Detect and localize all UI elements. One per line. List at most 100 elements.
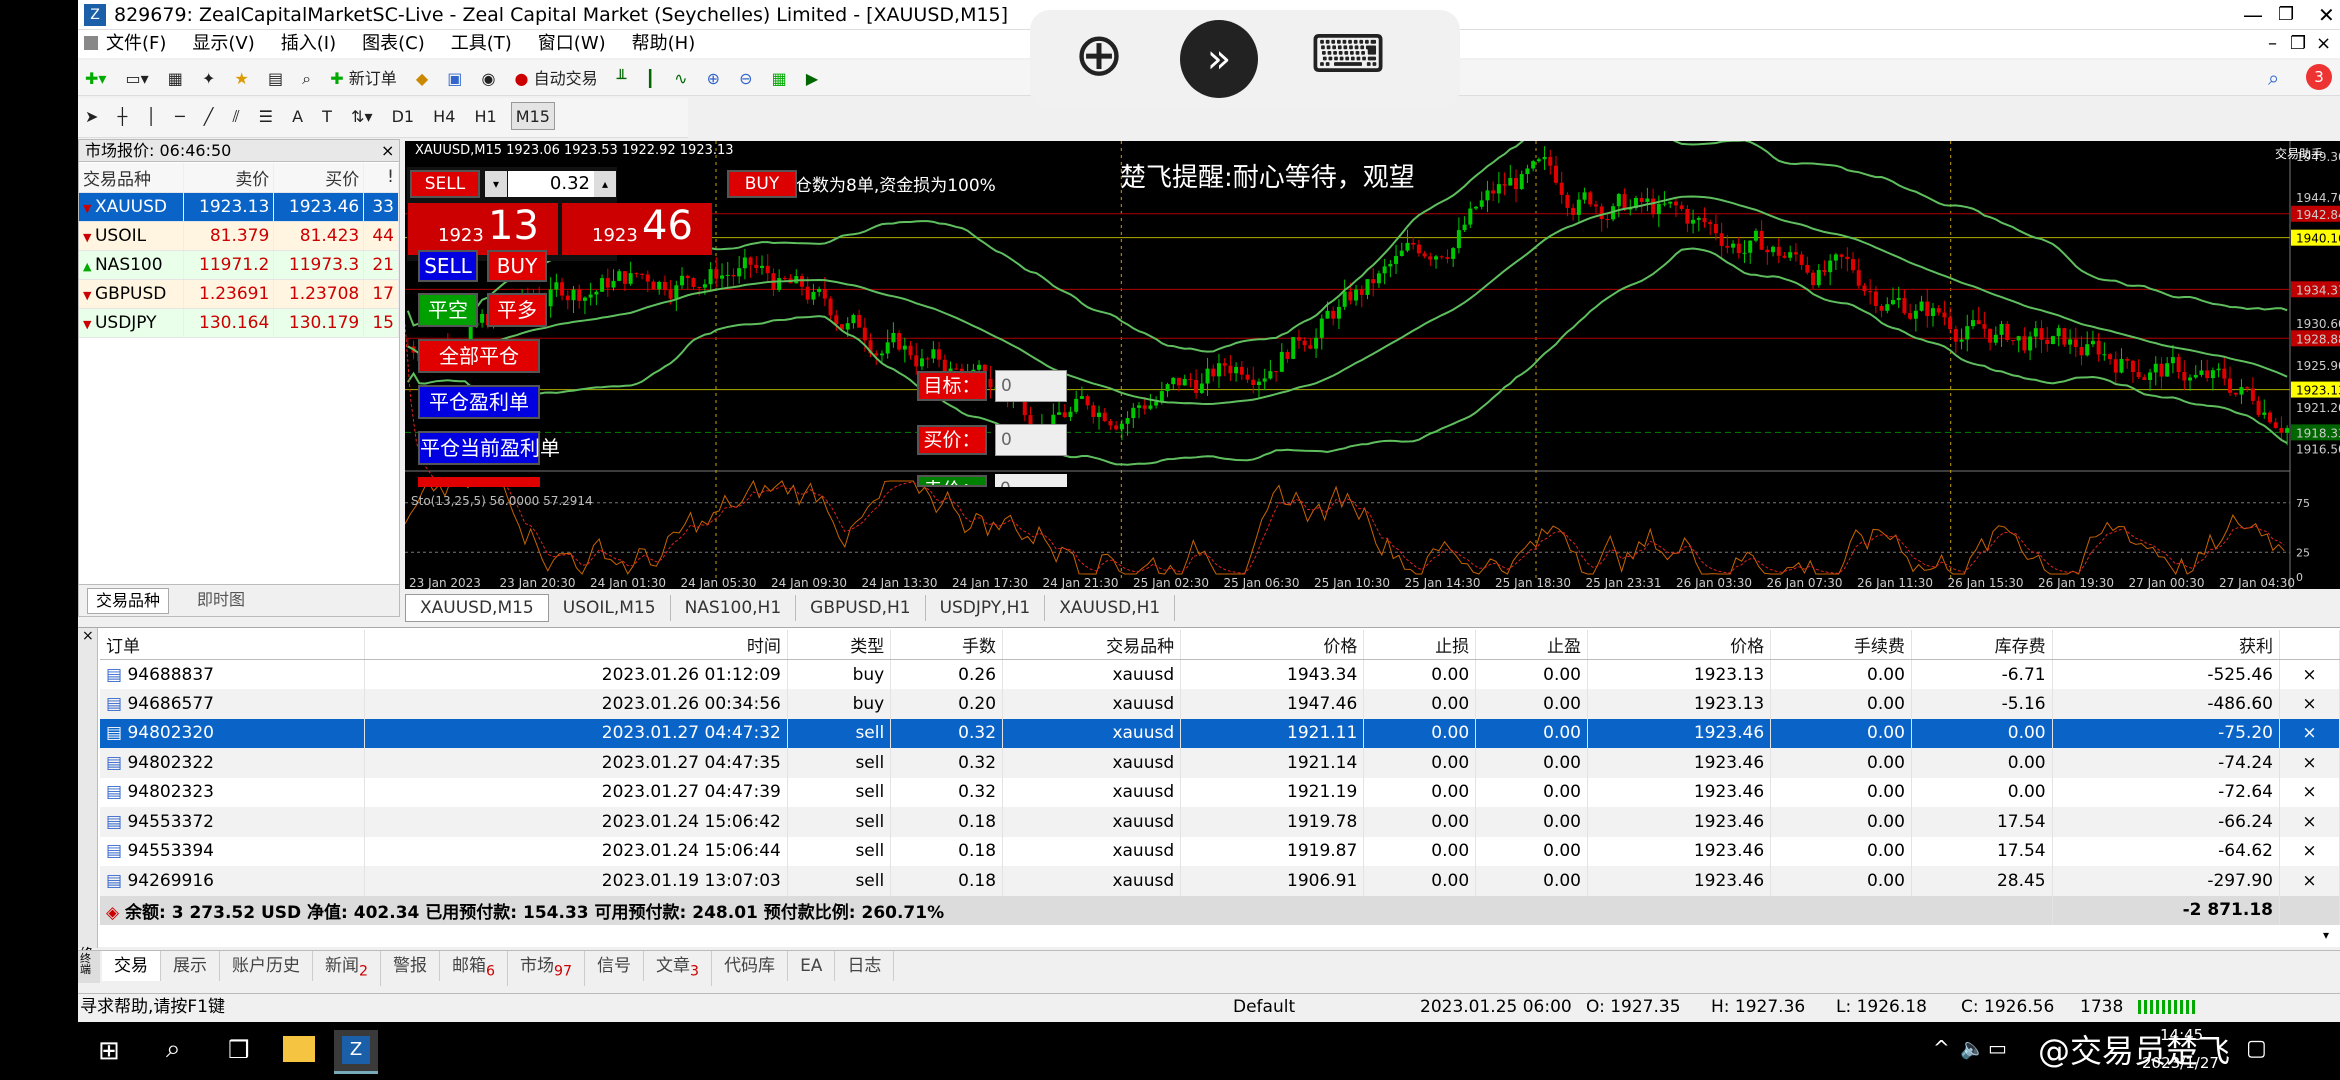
remote-connect-icon[interactable]: » (1180, 20, 1258, 98)
start-icon[interactable]: ⊞ (98, 1036, 120, 1066)
close-order-icon[interactable]: × (2279, 659, 2340, 689)
text-icon[interactable]: A (287, 102, 308, 130)
search-icon[interactable]: ⌕ (2268, 66, 2279, 90)
lot-down-icon[interactable]: ▾ (485, 171, 507, 197)
terminal-tab-7[interactable]: 信号 (585, 951, 645, 981)
chart-tab-2[interactable]: NAS100,H1 (671, 595, 797, 621)
line-chart-icon[interactable]: ∿ (669, 64, 692, 92)
fibonacci-icon[interactable]: ☰ (254, 102, 278, 130)
zoom-in-icon[interactable]: ⊕ (702, 64, 725, 92)
terminal-tab-0[interactable]: 交易 (102, 951, 161, 981)
terminal-header-4[interactable]: 交易品种 (1002, 630, 1182, 660)
scroll-down-icon[interactable]: ▾ (2323, 928, 2329, 942)
oneclick-sell-button[interactable]: SELL (410, 170, 480, 198)
terminal-tab-9[interactable]: 代码库 (712, 951, 789, 981)
navigator-icon[interactable]: ✦ (197, 64, 220, 92)
price-chart[interactable]: 1949.301944.701942.841940.161934.371930.… (405, 141, 2340, 589)
close-order-icon[interactable]: × (2279, 836, 2340, 866)
chart-tab-0[interactable]: XAUUSD,M15 (405, 594, 549, 622)
zoom-in-overlay-icon[interactable]: ⊕ (1060, 20, 1138, 98)
close-profit-button[interactable]: 平仓盈利单 (418, 385, 540, 419)
close-icon[interactable]: ✕ (2318, 0, 2335, 30)
file-explorer-icon[interactable] (283, 1036, 315, 1062)
favorites-icon[interactable]: ★ (230, 64, 254, 92)
terminal-close-icon[interactable]: × (82, 628, 94, 644)
menu-item-1[interactable]: 显示(V) (192, 33, 254, 54)
tester-icon[interactable]: ⌕ (297, 64, 316, 92)
taskbar-search-icon[interactable]: ⌕ (166, 1034, 181, 1065)
terminal-icon[interactable]: ▤ (263, 64, 288, 92)
tf-h4[interactable]: H4 (428, 102, 460, 130)
trade-row[interactable]: ▤ 94553394 2023.01.24 15:06:44 sell 0.18 xau… (100, 836, 2340, 866)
vertical-line-icon[interactable]: │ (141, 102, 161, 130)
terminal-tab-4[interactable]: 警报 (381, 951, 441, 981)
autoscroll-icon[interactable]: ▶ (801, 64, 823, 92)
crosshair-icon[interactable]: ┼ (113, 102, 133, 130)
panel-close-icon[interactable]: × (381, 140, 394, 162)
close-order-icon[interactable]: × (2279, 777, 2340, 807)
terminal-header-8[interactable]: 价格 (1587, 630, 1772, 660)
buy-price-box[interactable]: 1923 46 (562, 203, 712, 255)
candle-chart-icon[interactable]: ┃ (640, 64, 660, 92)
close-order-icon[interactable]: × (2279, 748, 2340, 778)
close-current-profit-button[interactable]: 平仓当前盈利单 (418, 431, 560, 465)
terminal-header-9[interactable]: 手续费 (1770, 630, 1912, 660)
trade-row[interactable]: ▤ 94269916 2023.01.19 13:07:03 sell 0.18 xau… (100, 866, 2340, 896)
profiles-icon[interactable]: ▭▾ (121, 64, 154, 92)
terminal-header-11[interactable]: 获利 (2052, 630, 2280, 660)
close-order-icon[interactable]: × (2279, 807, 2340, 837)
tile-icon[interactable]: ▦ (767, 64, 792, 92)
close-order-icon[interactable]: × (2279, 866, 2340, 896)
menu-item-5[interactable]: 窗口(W) (538, 33, 606, 54)
menu-item-0[interactable]: 文件(F) (106, 33, 166, 54)
trade-row[interactable]: ▤ 94553372 2023.01.24 15:06:42 sell 0.18 xau… (100, 807, 2340, 837)
terminal-tab-1[interactable]: 展示 (161, 951, 220, 981)
auto-trade-button[interactable]: ● 自动交易 (510, 64, 603, 92)
terminal-tab-3[interactable]: 新闻2 (313, 951, 382, 987)
terminal-header-10[interactable]: 库存费 (1911, 630, 2053, 660)
tab-tick-chart[interactable]: 即时图 (189, 588, 253, 612)
arrows-icon[interactable]: ⇅▾ (346, 102, 377, 130)
close-order-icon[interactable]: × (2279, 689, 2340, 719)
mt4-taskbar-icon[interactable]: Z (334, 1030, 378, 1074)
notification-badge[interactable]: 3 (2306, 64, 2332, 90)
notifications-icon[interactable]: ▢ (2246, 1036, 2267, 1061)
close-all-button[interactable]: 全部平仓 (418, 339, 540, 373)
menu-item-6[interactable]: 帮助(H) (632, 33, 696, 54)
mw-row[interactable]: ▼ USDJPY 130.164 130.179 15 (79, 308, 399, 338)
trade-row[interactable]: ▤ 94802322 2023.01.27 04:47:35 sell 0.32 xau… (100, 748, 2340, 778)
terminal-header-1[interactable]: 时间 (364, 630, 788, 660)
keyboard-icon[interactable]: ⌨ (1298, 20, 1398, 98)
mw-row[interactable]: ▼ XAUUSD 1923.13 1923.46 33 (79, 192, 399, 222)
horizontal-line-icon[interactable]: ─ (170, 102, 190, 130)
menu-item-2[interactable]: 插入(I) (281, 33, 336, 54)
network-icon[interactable]: ▭ (1988, 1036, 2007, 1060)
label-icon[interactable]: T (317, 102, 337, 130)
chart-tab-5[interactable]: XAUUSD,H1 (1045, 595, 1176, 621)
close-shorts-button[interactable]: 平空 (418, 293, 478, 327)
mdi-minimize-icon[interactable]: – (2268, 30, 2277, 58)
chart-tab-4[interactable]: USDJPY,H1 (926, 595, 1046, 621)
maximize-icon[interactable]: ❐ (2278, 0, 2294, 30)
terminal-tab-2[interactable]: 账户历史 (220, 951, 313, 981)
mw-row[interactable]: ▼ GBPUSD 1.23691 1.23708 17 (79, 279, 399, 309)
channel-icon[interactable]: ⫽ (227, 102, 244, 130)
sell-price-input[interactable]: 0 (995, 474, 1067, 487)
task-view-icon[interactable]: ❒ (228, 1036, 250, 1064)
tray-chevron-icon[interactable]: ^ (1933, 1036, 1950, 1060)
terminal-tab-6[interactable]: 市场97 (508, 951, 586, 987)
tf-h1[interactable]: H1 (469, 102, 501, 130)
lot-up-icon[interactable]: ▴ (594, 171, 616, 197)
terminal-header-2[interactable]: 类型 (787, 630, 892, 660)
mw-row[interactable]: ▲ NAS100 11971.2 11973.3 21 (79, 250, 399, 280)
sell-button[interactable]: SELL (418, 250, 478, 282)
trade-row[interactable]: ▤ 94688837 2023.01.26 01:12:09 buy 0.26 xauu… (100, 659, 2340, 689)
chart-tab-3[interactable]: GBPUSD,H1 (796, 595, 926, 621)
new-chart-icon[interactable]: ✚▾ (80, 64, 111, 92)
trade-row[interactable]: ▤ 94802320 2023.01.27 04:47:32 sell 0.32 xau… (100, 718, 2340, 748)
volume-icon[interactable]: 🔈 (1960, 1036, 1985, 1060)
mw-header-0[interactable]: 交易品种 (79, 163, 185, 193)
zoom-out-icon[interactable]: ⊖ (734, 64, 757, 92)
terminal-tab-8[interactable]: 文章3 (644, 951, 713, 987)
market-watch-icon[interactable]: ▦ (163, 64, 188, 92)
